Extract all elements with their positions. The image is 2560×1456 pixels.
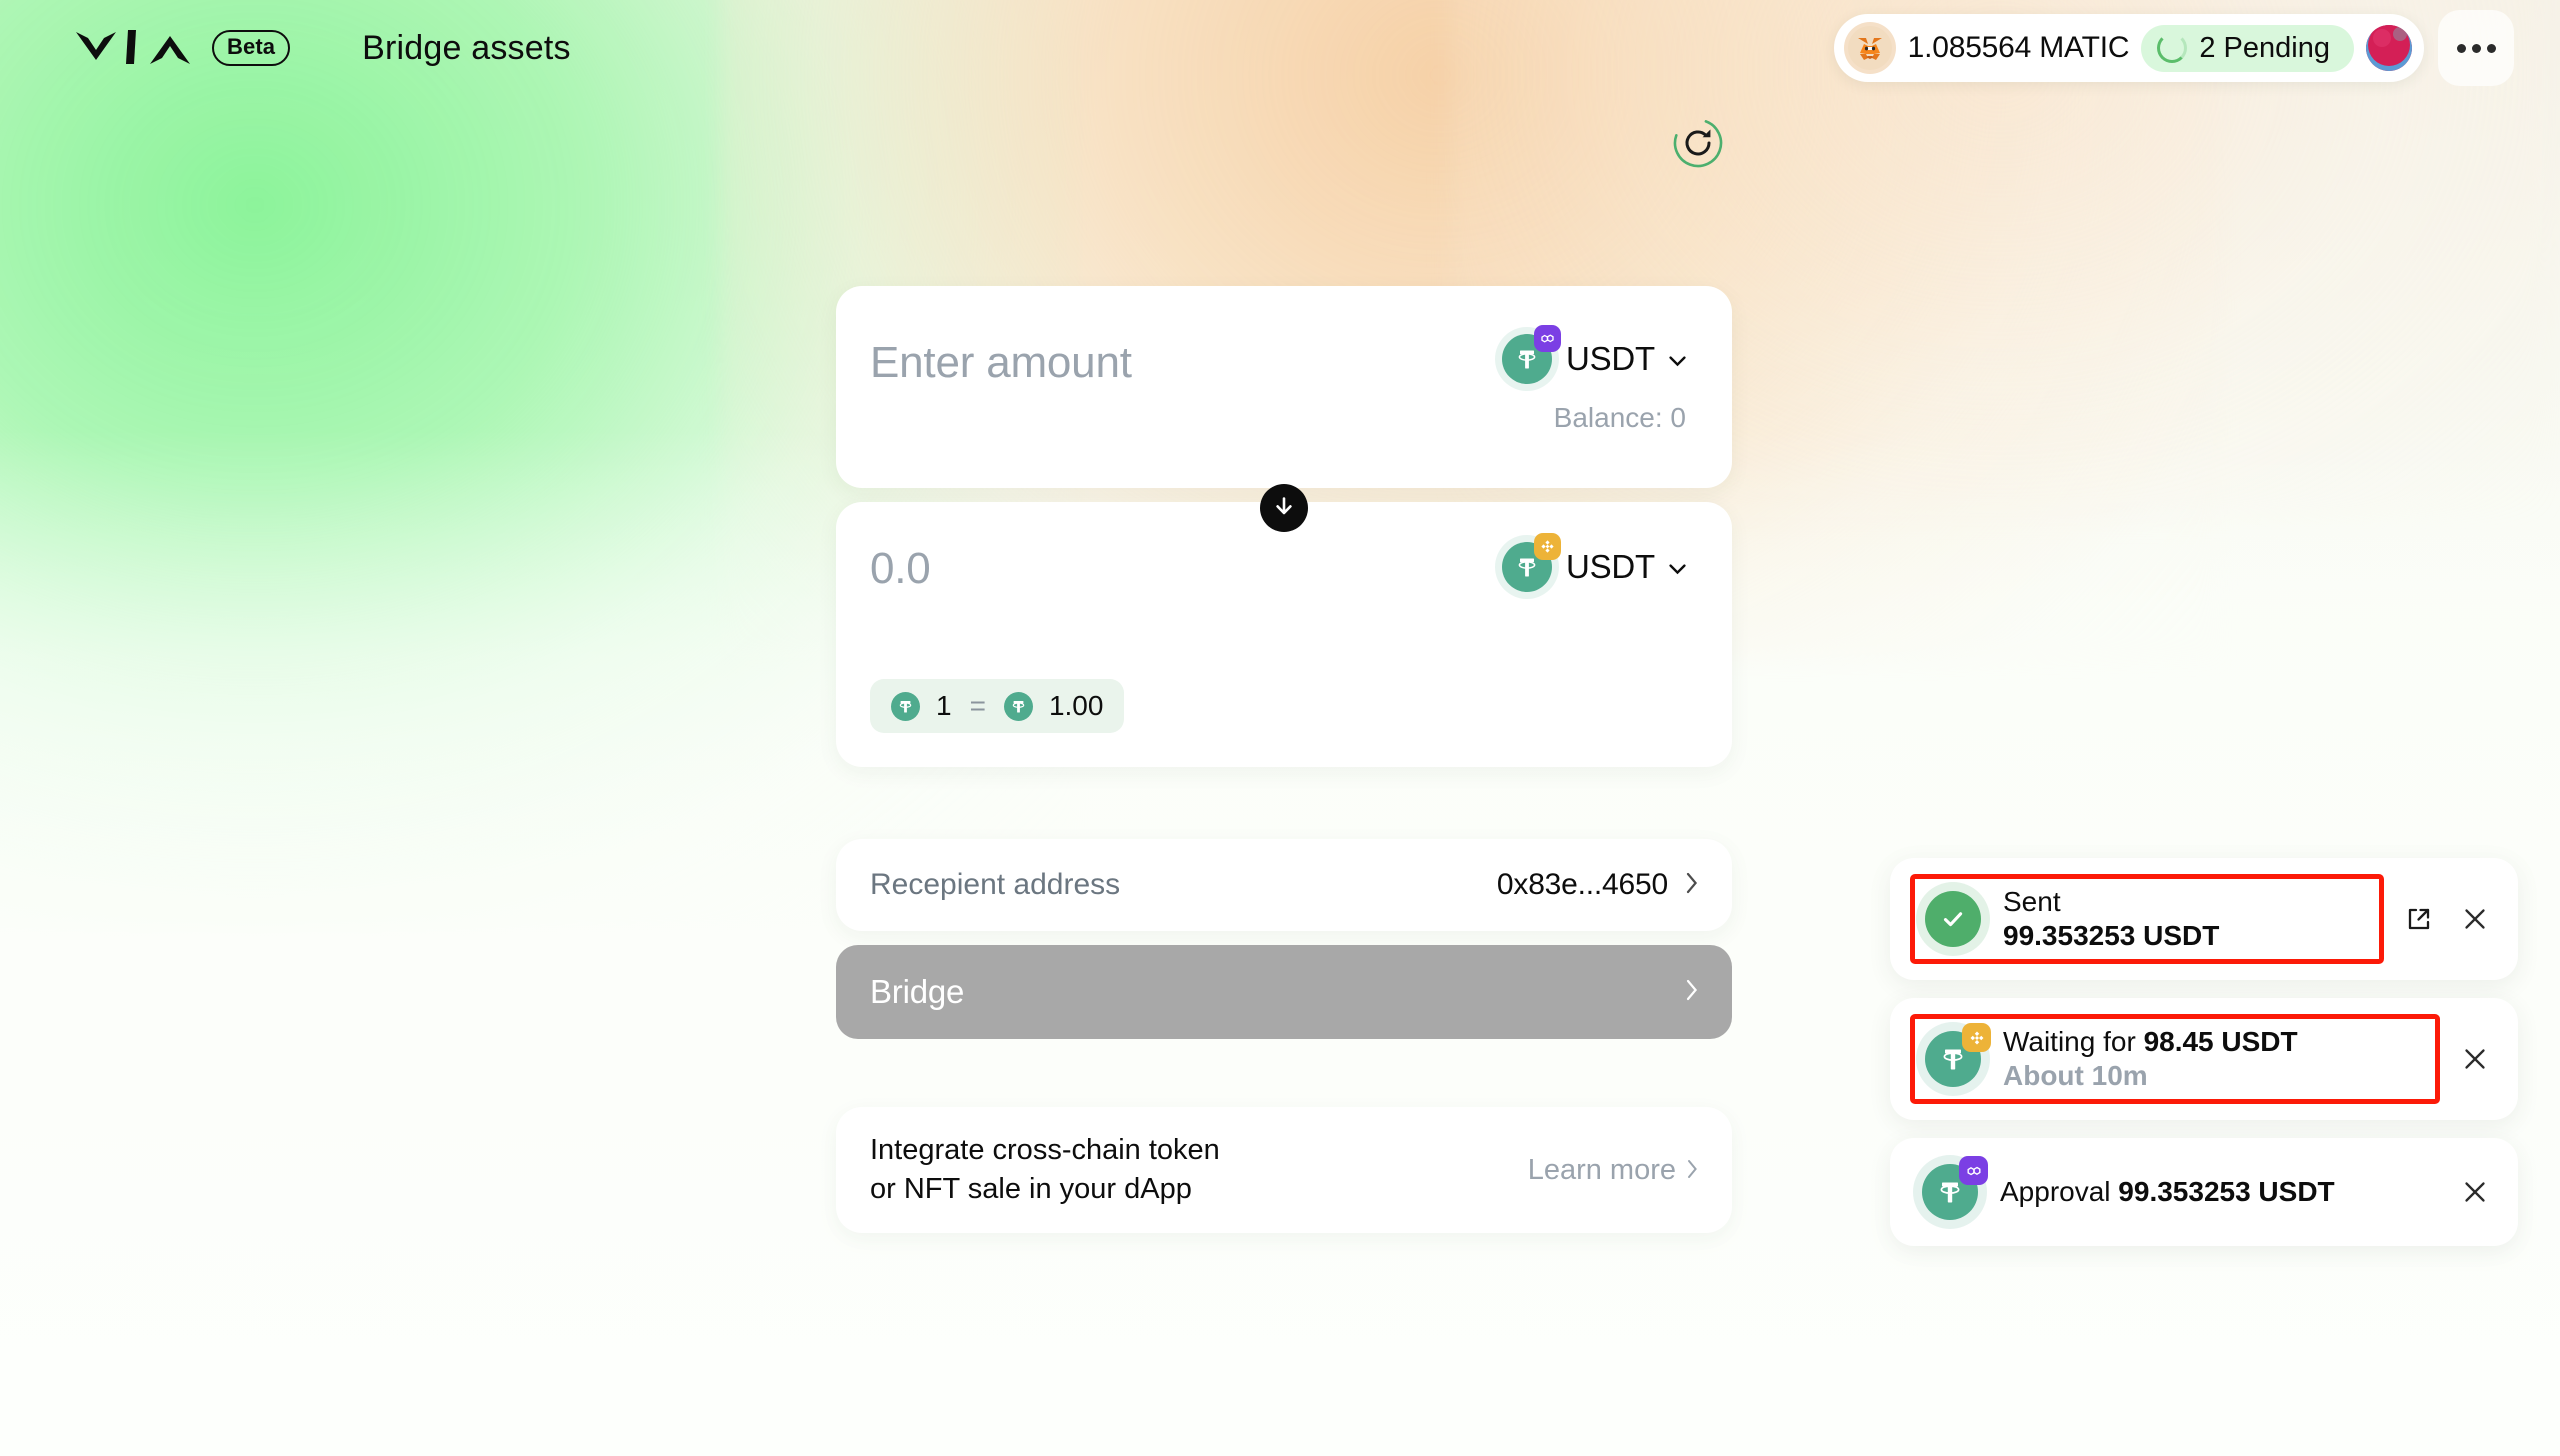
promo-text: Integrate cross-chain token or NFT sale … <box>870 1131 1220 1210</box>
recipient-address-row[interactable]: Recepient address 0x83e...4650 <box>836 839 1732 931</box>
polygon-icon <box>1959 1156 1988 1185</box>
toast-waiting-subtitle: About 10m <box>2003 1060 2148 1091</box>
toast-approval-actions <box>2440 1175 2492 1209</box>
brand-logo[interactable]: Beta <box>74 26 291 70</box>
recipient-address-value: 0x83e...4650 <box>1496 868 1668 901</box>
learn-more-link[interactable]: Learn more <box>1528 1154 1698 1187</box>
from-token-symbol: USDT <box>1565 340 1655 377</box>
notification-stack: Sent 99.353253 USDT Waiting for 98.45 US… <box>1890 858 2518 1246</box>
to-token-selector[interactable]: USDT <box>1501 533 1686 592</box>
toast-waiting-texts: Waiting for 98.45 USDT About 10m <box>2003 1026 2298 1092</box>
promo-card[interactable]: Integrate cross-chain token or NFT sale … <box>836 1107 1732 1233</box>
via-logo-icon <box>74 26 194 70</box>
toast-approval-texts: Approval 99.353253 USDT <box>2000 1176 2335 1208</box>
to-token-card[interactable]: 0.0 USDT 1 = 1.00 <box>836 502 1732 767</box>
close-icon[interactable] <box>2458 902 2492 936</box>
loading-spinner-icon <box>2157 33 2188 63</box>
bridge-button[interactable]: Bridge <box>836 945 1732 1039</box>
promo-line-2: or NFT sale in your dApp <box>870 1173 1192 1205</box>
rate-to-amount: 1.00 <box>1048 690 1104 721</box>
pending-label: 2 Pending <box>2199 31 2330 64</box>
chevron-right-icon <box>1686 872 1698 899</box>
dot-1 <box>2456 43 2466 53</box>
toast-waiting-icon-wrap <box>1925 1023 1991 1087</box>
metamask-fox-icon <box>1843 22 1896 74</box>
refresh-icon[interactable] <box>1672 117 1724 169</box>
from-token-icon-wrap <box>1501 325 1561 384</box>
wallet-balance: 1.085564 MATIC <box>1907 31 2130 64</box>
toast-sent[interactable]: Sent 99.353253 USDT <box>1890 858 2518 980</box>
to-row: 0.0 USDT <box>870 533 1686 594</box>
binance-icon <box>1962 1023 1991 1052</box>
to-token-icon-wrap <box>1501 533 1561 592</box>
toast-sent-texts: Sent 99.353253 USDT <box>2003 886 2219 952</box>
check-circle-icon <box>1925 891 1981 947</box>
toast-waiting[interactable]: Waiting for 98.45 USDT About 10m <box>1890 998 2518 1120</box>
recipient-value-group: 0x83e...4650 <box>1497 868 1698 902</box>
wallet-chip[interactable]: 1.085564 MATIC 2 Pending <box>1833 14 2424 82</box>
exchange-rate-pill: 1 = 1.00 <box>870 679 1125 733</box>
avatar[interactable] <box>2366 25 2412 71</box>
toast-sent-content: Sent 99.353253 USDT <box>1910 874 2384 964</box>
rate-equals: = <box>969 690 986 721</box>
toast-sent-title: Sent <box>2003 886 2061 917</box>
close-icon[interactable] <box>2458 1175 2492 1209</box>
recipient-label: Recepient address <box>870 868 1121 901</box>
app-header: Beta Bridge assets 1.085564 MATIC 2 Pend… <box>0 0 2560 96</box>
binance-icon <box>1533 533 1561 560</box>
toast-approval-amount: 99.353253 USDT <box>2118 1176 2335 1207</box>
to-amount-value: 0.0 <box>870 544 931 593</box>
external-link-icon[interactable] <box>2402 902 2436 936</box>
toast-approval-title: Approval 99.353253 USDT <box>2000 1176 2335 1208</box>
toast-waiting-content: Waiting for 98.45 USDT About 10m <box>1910 1014 2440 1104</box>
close-icon[interactable] <box>2458 1042 2492 1076</box>
learn-more-label: Learn more <box>1527 1153 1676 1186</box>
more-horizontal-icon[interactable] <box>2438 10 2514 86</box>
header-actions: 1.085564 MATIC 2 Pending <box>1833 10 2514 86</box>
pending-transactions-chip[interactable]: 2 Pending <box>2141 24 2354 72</box>
from-token-card[interactable]: Enter amount USDT Balance: 0 <box>836 286 1732 488</box>
toast-waiting-amount: 98.45 USDT <box>2143 1026 2298 1057</box>
from-row: Enter amount USDT <box>870 325 1686 388</box>
toast-approval-icon-wrap <box>1922 1156 1988 1220</box>
chevron-down-icon <box>1669 354 1686 366</box>
bridge-panel: Enter amount USDT Balance: 0 0.0 USDT 1 … <box>836 0 1732 1233</box>
chevron-right-icon <box>1686 979 1698 1006</box>
from-token-selector[interactable]: USDT <box>1501 325 1686 384</box>
promo-line-1: Integrate cross-chain token <box>870 1133 1220 1166</box>
toast-approval-prefix: Approval <box>2000 1176 2119 1207</box>
polygon-icon <box>1533 325 1561 352</box>
toast-waiting-prefix: Waiting for <box>2003 1026 2144 1057</box>
toast-approval[interactable]: Approval 99.353253 USDT <box>1890 1138 2518 1246</box>
toast-sent-amount: 99.353253 USDT <box>2003 920 2220 951</box>
tether-icon <box>891 691 920 721</box>
page-title: Bridge assets <box>362 28 571 67</box>
dot-3 <box>2486 43 2496 53</box>
dot-2 <box>2471 43 2481 53</box>
from-balance: Balance: 0 <box>1553 402 1686 433</box>
beta-badge: Beta <box>212 29 291 67</box>
toast-approval-content: Approval 99.353253 USDT <box>1910 1154 2440 1230</box>
toast-waiting-actions <box>2440 1042 2492 1076</box>
chevron-right-icon <box>1687 1154 1698 1187</box>
toast-sent-icon-wrap <box>1925 891 1981 947</box>
toast-waiting-title: Waiting for 98.45 USDT <box>2003 1026 2298 1058</box>
swap-direction-button[interactable] <box>1260 484 1308 532</box>
tether-icon <box>1003 691 1033 721</box>
toast-sent-actions <box>2384 902 2492 936</box>
arrow-down-icon <box>1272 494 1296 523</box>
amount-input[interactable]: Enter amount <box>870 334 1132 388</box>
chevron-down-icon <box>1669 562 1686 574</box>
bridge-button-label: Bridge <box>870 973 965 1010</box>
rate-from-amount: 1 <box>936 690 952 721</box>
to-token-symbol: USDT <box>1565 548 1655 585</box>
